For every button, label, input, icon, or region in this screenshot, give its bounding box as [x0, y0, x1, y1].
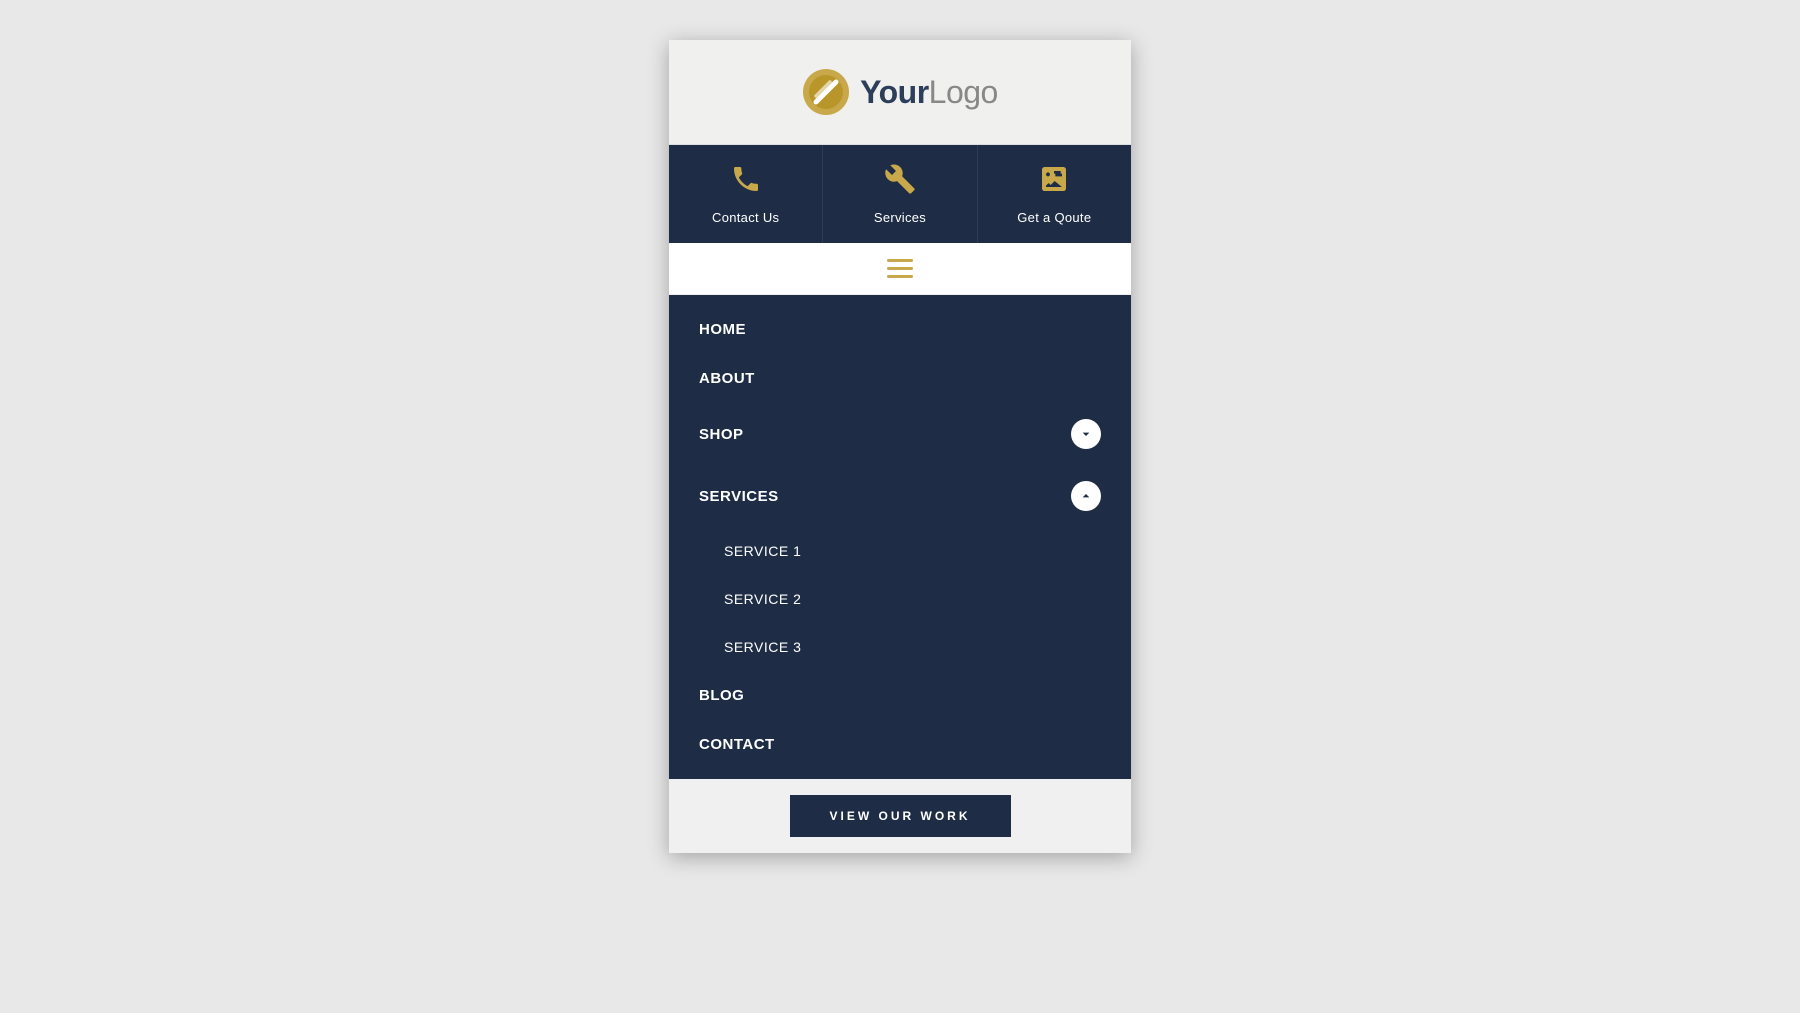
- nav-contact-us[interactable]: Contact Us: [669, 145, 823, 243]
- nav-service1-label: SERVICE 1: [724, 543, 801, 559]
- nav-item-service3[interactable]: SERVICE 3: [669, 623, 1131, 671]
- logo-your-text: Your: [860, 74, 929, 110]
- top-nav-bar: Contact Us Services Get a Qoute: [669, 145, 1131, 243]
- logo-icon: [802, 68, 850, 116]
- services-label: Services: [874, 210, 926, 225]
- calculator-icon: [1038, 163, 1070, 202]
- nav-services[interactable]: Services: [823, 145, 977, 243]
- header: YourLogo: [669, 40, 1131, 145]
- mobile-nav-menu: HOME ABOUT SHOP SERVICES SERVICE 1: [669, 295, 1131, 779]
- shop-chevron-down[interactable]: [1071, 419, 1101, 449]
- nav-service2-label: SERVICE 2: [724, 591, 801, 607]
- nav-shop-label: SHOP: [699, 426, 744, 443]
- hamburger-icon[interactable]: [887, 259, 913, 278]
- nav-item-services[interactable]: SERVICES: [669, 465, 1131, 527]
- contact-us-label: Contact Us: [712, 210, 779, 225]
- nav-home-label: HOME: [699, 321, 746, 338]
- view-our-work-button[interactable]: VIEW OUR WORK: [790, 795, 1011, 837]
- nav-item-shop[interactable]: SHOP: [669, 403, 1131, 465]
- hamburger-bar[interactable]: [669, 243, 1131, 295]
- nav-blog-label: BLOG: [699, 687, 744, 704]
- nav-about-label: ABOUT: [699, 370, 755, 387]
- nav-service3-label: SERVICE 3: [724, 639, 801, 655]
- hamburger-bar-2: [887, 267, 913, 270]
- nav-contact-label: CONTACT: [699, 736, 775, 753]
- nav-get-quote[interactable]: Get a Qoute: [978, 145, 1131, 243]
- hamburger-bar-1: [887, 259, 913, 262]
- nav-item-service2[interactable]: SERVICE 2: [669, 575, 1131, 623]
- phone-container: YourLogo Contact Us Services: [669, 40, 1131, 853]
- nav-item-home[interactable]: HOME: [669, 305, 1131, 354]
- nav-item-about[interactable]: ABOUT: [669, 354, 1131, 403]
- get-quote-label: Get a Qoute: [1017, 210, 1091, 225]
- services-chevron-up[interactable]: [1071, 481, 1101, 511]
- bottom-cta-section: VIEW OUR WORK: [669, 779, 1131, 853]
- nav-item-service1[interactable]: SERVICE 1: [669, 527, 1131, 575]
- nav-item-contact[interactable]: CONTACT: [669, 720, 1131, 769]
- wrench-icon: [884, 163, 916, 202]
- phone-icon: [730, 163, 762, 202]
- logo-text: YourLogo: [860, 74, 998, 111]
- nav-item-blog[interactable]: BLOG: [669, 671, 1131, 720]
- nav-services-label: SERVICES: [699, 488, 779, 505]
- hamburger-bar-3: [887, 275, 913, 278]
- logo-logo-text: Logo: [929, 74, 998, 110]
- logo-container: YourLogo: [802, 68, 998, 116]
